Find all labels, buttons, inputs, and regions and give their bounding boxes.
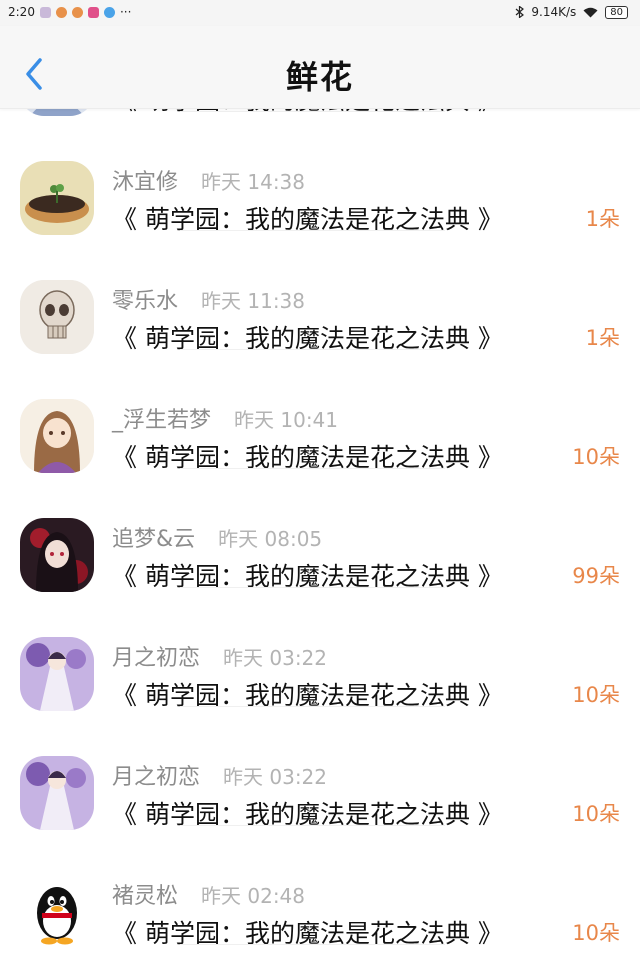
notification-icon [87, 6, 99, 18]
flower-count: 1朵 [585, 326, 620, 350]
status-time: 2:20 [8, 5, 35, 19]
battery-icon: 80 [605, 5, 628, 19]
gift-list: 《 萌学园：我的魔法是花之法典 》 10朵 沐宜修 昨天 14:38 《 萌学园… [0, 0, 640, 949]
username: 追梦&云 昨天 08:05 [112, 521, 322, 553]
timestamp: 昨天 02:48 [201, 884, 306, 908]
list-item[interactable]: 月之初恋 昨天 03:22 《 萌学园：我的魔法是花之法典 》 10朵 [0, 588, 640, 711]
timestamp: 昨天 03:22 [223, 646, 328, 670]
list-item[interactable]: 零乐水 昨天 11:38 《 萌学园：我的魔法是花之法典 》 1朵 [0, 231, 640, 354]
username: 沐宜修 昨天 14:38 [112, 164, 305, 196]
list-item[interactable]: _浮生若梦 昨天 10:41 《 萌学园：我的魔法是花之法典 》 10朵 [0, 350, 640, 473]
list-item[interactable]: 沐宜修 昨天 14:38 《 萌学园：我的魔法是花之法典 》 1朵 [0, 112, 640, 235]
flower-count: 10朵 [572, 683, 620, 707]
qq-penguin-avatar[interactable] [20, 875, 94, 949]
timestamp: 昨天 11:38 [201, 289, 306, 313]
notification-icon [71, 6, 83, 18]
page-title: 鲜花 [285, 58, 354, 96]
username-text: _浮生若梦 [112, 408, 212, 433]
list-item[interactable]: 月之初恋 昨天 03:22 《 萌学园：我的魔法是花之法典 》 10朵 [0, 707, 640, 830]
username-text: 月之初恋 [112, 765, 201, 790]
username-text: 沐宜修 [112, 170, 179, 195]
skull-sketch-avatar[interactable] [20, 280, 94, 354]
timestamp: 昨天 14:38 [201, 170, 306, 194]
flower-count: 10朵 [572, 445, 620, 469]
notification-icon [39, 6, 51, 18]
notification-icon [103, 6, 115, 18]
username-text: 褚灵松 [112, 884, 179, 909]
purple-anime-avatar[interactable] [20, 637, 94, 711]
username-text: 追梦&云 [112, 527, 196, 552]
timestamp: 昨天 08:05 [218, 527, 323, 551]
username: 零乐水 昨天 11:38 [112, 283, 305, 315]
wifi-icon [583, 7, 598, 17]
username: 月之初恋 昨天 03:22 [112, 759, 327, 791]
username-text: 月之初恋 [112, 646, 201, 671]
username: _浮生若梦 昨天 10:41 [112, 402, 338, 434]
list-item[interactable]: 褚灵松 昨天 02:48 《 萌学园：我的魔法是花之法典 》 10朵 [0, 826, 640, 949]
app-header: 鲜花 [0, 26, 640, 109]
flower-count: 10朵 [572, 802, 620, 826]
dark-anime-avatar[interactable] [20, 518, 94, 592]
notification-icon [55, 6, 67, 18]
timestamp: 昨天 10:41 [234, 408, 339, 432]
book-title: 《 萌学园：我的魔法是花之法典 》 [112, 919, 503, 948]
flower-count: 99朵 [572, 564, 620, 588]
tart-photo-avatar[interactable] [20, 161, 94, 235]
list-item[interactable]: 追梦&云 昨天 08:05 《 萌学园：我的魔法是花之法典 》 99朵 [0, 469, 640, 592]
anime-girl-avatar[interactable] [20, 399, 94, 473]
more-notifications: ··· [119, 5, 132, 19]
flower-count: 10朵 [572, 921, 620, 945]
username-text: 零乐水 [112, 289, 179, 314]
status-bar: 2:20 ··· 9.14K/s 80 [0, 0, 640, 26]
purple-anime-avatar[interactable] [20, 756, 94, 830]
bluetooth-icon [515, 6, 525, 18]
flower-count: 1朵 [585, 207, 620, 231]
timestamp: 昨天 03:22 [223, 765, 328, 789]
network-speed: 9.14K/s [531, 5, 577, 19]
username: 月之初恋 昨天 03:22 [112, 640, 327, 672]
username: 褚灵松 昨天 02:48 [112, 878, 305, 910]
